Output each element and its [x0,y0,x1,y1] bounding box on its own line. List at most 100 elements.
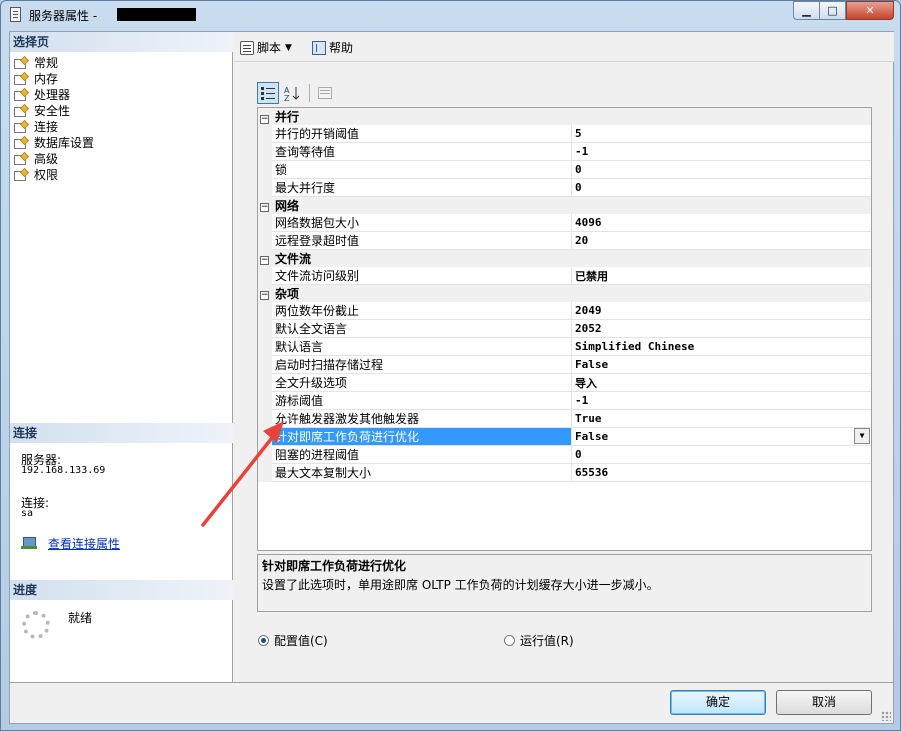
property-name[interactable]: 锁 [272,160,572,179]
property-value-text: 4096 [575,216,602,229]
category-row[interactable]: − 杂项 [258,284,871,302]
resize-grip[interactable] [881,711,891,721]
title-bar[interactable]: 服务器属性 - ▁ □ ✕ [1,1,900,29]
help-label: 帮助 [329,41,354,55]
property-value[interactable]: 导入 [571,373,871,392]
property-value[interactable]: 2049 [571,302,871,320]
property-value[interactable]: Simplified Chinese [571,337,871,356]
category-toggle[interactable]: − [258,196,272,214]
collapse-icon[interactable]: − [260,291,269,301]
category-toggle[interactable]: − [258,108,272,125]
property-name[interactable]: 针对即席工作负荷进行优化 [272,427,572,446]
categorized-view-button[interactable] [257,82,279,104]
minimize-button[interactable]: ▁ [793,1,820,20]
maximize-button[interactable]: □ [819,1,846,20]
category-row[interactable]: − 并行 [258,108,871,125]
property-row[interactable]: 游标阈值 -1 [258,391,871,410]
property-value[interactable]: 2052 [571,319,871,338]
property-row[interactable]: 最大并行度 0 [258,178,871,197]
property-row[interactable]: 允许触发器激发其他触发器 True [258,409,871,428]
property-pages-button[interactable] [314,82,336,104]
view-connection-properties-link[interactable]: 查看连接属性 [48,535,120,552]
page-item[interactable]: 连接 [14,118,94,134]
progress-header: 进度 [10,580,233,600]
property-row[interactable]: 锁0 [258,160,871,179]
property-row[interactable]: 并行的开销阈值 5 [258,125,871,143]
page-item[interactable]: 处理器 [14,86,94,102]
property-name[interactable]: 允许触发器激发其他触发器 [272,409,572,428]
running-value-radio[interactable]: 运行值(R) [504,632,574,649]
property-value[interactable]: 5 [571,125,871,143]
category-row[interactable]: − 网络 [258,196,871,214]
redacted-server-name [117,8,196,21]
config-value-radio[interactable]: 配置值(C) [258,632,328,649]
category-toggle[interactable]: − [258,284,272,302]
page-item[interactable]: 安全性 [14,102,94,118]
property-name[interactable]: 文件流访问级别 [272,267,572,285]
property-name[interactable]: 全文升级选项 [272,373,572,392]
property-value[interactable]: 65536 [571,463,871,482]
property-value[interactable]: 0 [571,445,871,464]
value-dropdown-button[interactable]: ▼ [854,428,870,444]
cancel-button[interactable]: 取消 [776,690,872,715]
property-row[interactable]: 阻塞的进程阈值 0 [258,445,871,464]
help-button[interactable]: 帮助 [312,39,353,56]
sort-az-icon: A Z [284,86,300,101]
property-name[interactable]: 两位数年份截止 [272,302,572,320]
property-value[interactable]: True [571,409,871,428]
property-value[interactable]: 已禁用 [571,267,871,285]
left-pane: 选择页 常规 内存 处理器 安全性 连接 数据库设置 高级 权限 连接 服务器: 192.16… [10,32,233,682]
property-name[interactable]: 网络数据包大小 [272,214,572,232]
page-wrench-icon [14,72,28,85]
property-row[interactable]: 网络数据包大小 4096 [258,214,871,232]
property-row[interactable]: 全文升级选项 导入 [258,373,871,392]
property-value[interactable]: 0 [571,178,871,197]
property-name[interactable]: 最大并行度 [272,178,572,197]
property-value[interactable]: 4096 [571,214,871,232]
script-button[interactable]: 脚本 ▼ [240,39,292,56]
property-name[interactable]: 启动时扫描存储过程 [272,355,572,374]
category-name: 网络 [272,196,871,214]
page-item[interactable]: 常规 [14,54,94,70]
property-name[interactable]: 最大文本复制大小 [272,463,572,482]
property-grid[interactable]: − 并行 并行的开销阈值 5 查询等待值 -1 锁 0 最大并行度 0− 网络 网络数据包大小 4096… [257,107,872,551]
property-value[interactable]: False ▼ [571,427,871,446]
property-name[interactable]: 并行的开销阈值 [272,125,572,143]
collapse-icon[interactable]: − [260,114,269,124]
collapse-icon[interactable]: − [260,256,269,266]
property-value[interactable]: 20 [571,231,871,250]
property-row[interactable]: 查询等待值 -1 [258,142,871,161]
row-margin [258,178,272,197]
property-row[interactable]: 默认全文语言 2052 [258,319,871,338]
property-value-text: -1 [575,394,589,407]
property-name[interactable]: 查询等待值 [272,142,572,161]
ok-button[interactable]: 确定 [670,690,766,715]
property-row[interactable]: 最大文本复制大小 65536 [258,463,871,482]
page-item[interactable]: 数据库设置 [14,134,94,150]
property-value[interactable]: -1 [571,142,871,161]
property-row[interactable]: 远程登录超时值 20 [258,231,871,250]
category-row[interactable]: − 文件流 [258,249,871,267]
property-name[interactable]: 默认全文语言 [272,319,572,338]
close-button[interactable]: ✕ [846,1,894,20]
property-name[interactable]: 远程登录超时值 [272,231,572,250]
page-item[interactable]: 权限 [14,166,94,182]
chevron-down-icon[interactable]: ▼ [285,43,292,53]
collapse-icon[interactable]: − [260,203,269,213]
property-name[interactable]: 默认语言 [272,337,572,356]
property-value[interactable]: -1 [571,391,871,410]
category-toggle[interactable]: − [258,249,272,267]
alphabetical-view-button[interactable]: A Z [281,82,303,104]
property-row[interactable]: 文件流访问级别 已禁用 [258,267,871,285]
page-item[interactable]: 内存 [14,70,94,86]
svg-text:Z: Z [284,94,290,101]
property-value[interactable]: 0 [571,160,871,179]
page-item[interactable]: 高级 [14,150,94,166]
property-row[interactable]: 启动时扫描存储过程 False [258,355,871,374]
property-name[interactable]: 游标阈值 [272,391,572,410]
property-row[interactable]: 针对即席工作负荷进行优化 False ▼ [258,427,871,446]
property-row[interactable]: 默认语言 Simplified Chinese [258,337,871,356]
property-row[interactable]: 两位数年份截止 2049 [258,302,871,320]
property-value[interactable]: False [571,355,871,374]
property-name[interactable]: 阻塞的进程阈值 [272,445,572,464]
